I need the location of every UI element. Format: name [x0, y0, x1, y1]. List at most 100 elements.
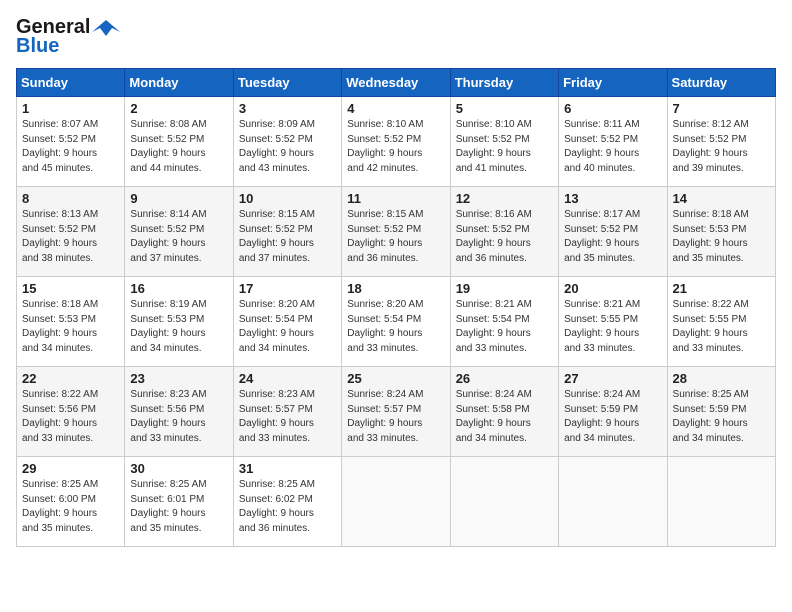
calendar-cell: 19 Sunrise: 8:21 AM Sunset: 5:54 PM Dayli… — [450, 277, 558, 367]
day-number: 12 — [456, 191, 553, 206]
calendar-cell: 5Sunrise: 8:10 AM Sunset: 5:52 PM Daylig… — [450, 97, 558, 187]
day-number: 15 — [22, 281, 119, 296]
day-number: 1 — [22, 101, 119, 116]
day-info: Sunrise: 8:09 AM Sunset: 5:52 PM Dayligh… — [239, 118, 336, 176]
calendar-cell: 3 Sunrise: 8:09 AM Sunset: 5:52 PM Daylig… — [233, 97, 341, 187]
calendar-cell — [450, 457, 558, 547]
day-number: 27 — [564, 371, 661, 386]
calendar-cell: 14 Sunrise: 8:18 AM Sunset: 5:53 PM Dayli… — [667, 187, 775, 277]
calendar-header-row: Sunday Monday Tuesday Wednesday Thursday… — [17, 69, 776, 97]
day-number: 3 — [239, 101, 336, 116]
col-monday: Monday — [125, 69, 233, 97]
day-info: Sunrise: 8:24 AM Sunset: 5:58 PM Dayligh… — [456, 388, 553, 446]
day-info: Sunrise: 8:20 AM Sunset: 5:54 PM Dayligh… — [347, 298, 444, 356]
day-number: 30 — [130, 461, 227, 476]
calendar-row: 22 Sunrise: 8:22 AM Sunset: 5:56 PM Dayli… — [17, 367, 776, 457]
day-info: Sunrise: 8:10 AM Sunset: 5:52 PM Dayligh… — [347, 118, 444, 176]
day-info: Sunrise: 8:24 AM Sunset: 5:59 PM Dayligh… — [564, 388, 661, 446]
calendar-cell: 18 Sunrise: 8:20 AM Sunset: 5:54 PM Dayli… — [342, 277, 450, 367]
calendar-row: 8Sunrise: 8:13 AM Sunset: 5:52 PM Daylig… — [17, 187, 776, 277]
day-number: 9 — [130, 191, 227, 206]
day-number: 14 — [673, 191, 770, 206]
day-info: Sunrise: 8:25 AM Sunset: 6:02 PM Dayligh… — [239, 478, 336, 536]
day-info: Sunrise: 8:23 AM Sunset: 5:56 PM Dayligh… — [130, 388, 227, 446]
day-number: 2 — [130, 101, 227, 116]
page-header: General Blue — [16, 16, 776, 58]
day-info: Sunrise: 8:22 AM Sunset: 5:55 PM Dayligh… — [673, 298, 770, 356]
calendar-row: 1 Sunrise: 8:07 AM Sunset: 5:52 PM Daylig… — [17, 97, 776, 187]
day-number: 28 — [673, 371, 770, 386]
calendar-cell: 20 Sunrise: 8:21 AM Sunset: 5:55 PM Dayli… — [559, 277, 667, 367]
calendar-cell — [559, 457, 667, 547]
day-number: 11 — [347, 191, 444, 206]
day-info: Sunrise: 8:25 AM Sunset: 6:00 PM Dayligh… — [22, 478, 119, 536]
day-number: 26 — [456, 371, 553, 386]
day-number: 13 — [564, 191, 661, 206]
calendar-cell: 7 Sunrise: 8:12 AM Sunset: 5:52 PM Daylig… — [667, 97, 775, 187]
col-sunday: Sunday — [17, 69, 125, 97]
col-wednesday: Wednesday — [342, 69, 450, 97]
logo: General Blue — [16, 16, 120, 58]
calendar-cell: 27 Sunrise: 8:24 AM Sunset: 5:59 PM Dayli… — [559, 367, 667, 457]
calendar-cell: 11 Sunrise: 8:15 AM Sunset: 5:52 PM Dayli… — [342, 187, 450, 277]
day-number: 19 — [456, 281, 553, 296]
calendar-cell: 10Sunrise: 8:15 AM Sunset: 5:52 PM Dayli… — [233, 187, 341, 277]
day-info: Sunrise: 8:11 AM Sunset: 5:52 PM Dayligh… — [564, 118, 661, 176]
calendar-cell: 30 Sunrise: 8:25 AM Sunset: 6:01 PM Dayli… — [125, 457, 233, 547]
calendar-cell: 21 Sunrise: 8:22 AM Sunset: 5:55 PM Dayli… — [667, 277, 775, 367]
col-tuesday: Tuesday — [233, 69, 341, 97]
day-info: Sunrise: 8:21 AM Sunset: 5:55 PM Dayligh… — [564, 298, 661, 356]
day-number: 7 — [673, 101, 770, 116]
calendar-cell: 28 Sunrise: 8:25 AM Sunset: 5:59 PM Dayli… — [667, 367, 775, 457]
day-info: Sunrise: 8:18 AM Sunset: 5:53 PM Dayligh… — [673, 208, 770, 266]
day-number: 22 — [22, 371, 119, 386]
calendar-body: 1 Sunrise: 8:07 AM Sunset: 5:52 PM Daylig… — [17, 97, 776, 547]
calendar-cell: 25 Sunrise: 8:24 AM Sunset: 5:57 PM Dayli… — [342, 367, 450, 457]
calendar-cell: 23Sunrise: 8:23 AM Sunset: 5:56 PM Dayli… — [125, 367, 233, 457]
day-info: Sunrise: 8:08 AM Sunset: 5:52 PM Dayligh… — [130, 118, 227, 176]
day-number: 18 — [347, 281, 444, 296]
calendar-row: 29 Sunrise: 8:25 AM Sunset: 6:00 PM Dayli… — [17, 457, 776, 547]
calendar-row: 15 Sunrise: 8:18 AM Sunset: 5:53 PM Dayli… — [17, 277, 776, 367]
calendar-cell — [342, 457, 450, 547]
day-number: 4 — [347, 101, 444, 116]
day-info: Sunrise: 8:25 AM Sunset: 5:59 PM Dayligh… — [673, 388, 770, 446]
day-info: Sunrise: 8:15 AM Sunset: 5:52 PM Dayligh… — [347, 208, 444, 266]
calendar-cell: 24 Sunrise: 8:23 AM Sunset: 5:57 PM Dayli… — [233, 367, 341, 457]
day-info: Sunrise: 8:15 AM Sunset: 5:52 PM Dayligh… — [239, 208, 336, 266]
day-number: 5 — [456, 101, 553, 116]
day-info: Sunrise: 8:23 AM Sunset: 5:57 PM Dayligh… — [239, 388, 336, 446]
calendar-cell: 4 Sunrise: 8:10 AM Sunset: 5:52 PM Daylig… — [342, 97, 450, 187]
day-info: Sunrise: 8:25 AM Sunset: 6:01 PM Dayligh… — [130, 478, 227, 536]
calendar-cell — [667, 457, 775, 547]
day-number: 24 — [239, 371, 336, 386]
col-friday: Friday — [559, 69, 667, 97]
day-number: 8 — [22, 191, 119, 206]
day-info: Sunrise: 8:07 AM Sunset: 5:52 PM Dayligh… — [22, 118, 119, 176]
day-info: Sunrise: 8:17 AM Sunset: 5:52 PM Dayligh… — [564, 208, 661, 266]
calendar-cell: 29 Sunrise: 8:25 AM Sunset: 6:00 PM Dayli… — [17, 457, 125, 547]
day-info: Sunrise: 8:21 AM Sunset: 5:54 PM Dayligh… — [456, 298, 553, 356]
calendar-table: Sunday Monday Tuesday Wednesday Thursday… — [16, 68, 776, 547]
day-number: 20 — [564, 281, 661, 296]
day-number: 21 — [673, 281, 770, 296]
calendar-cell: 31 Sunrise: 8:25 AM Sunset: 6:02 PM Dayli… — [233, 457, 341, 547]
day-number: 29 — [22, 461, 119, 476]
day-info: Sunrise: 8:20 AM Sunset: 5:54 PM Dayligh… — [239, 298, 336, 356]
day-number: 31 — [239, 461, 336, 476]
calendar-cell: 8Sunrise: 8:13 AM Sunset: 5:52 PM Daylig… — [17, 187, 125, 277]
calendar-cell: 17 Sunrise: 8:20 AM Sunset: 5:54 PM Dayli… — [233, 277, 341, 367]
calendar-cell: 1 Sunrise: 8:07 AM Sunset: 5:52 PM Daylig… — [17, 97, 125, 187]
day-info: Sunrise: 8:24 AM Sunset: 5:57 PM Dayligh… — [347, 388, 444, 446]
day-info: Sunrise: 8:22 AM Sunset: 5:56 PM Dayligh… — [22, 388, 119, 446]
logo-text-blue: Blue — [16, 35, 59, 58]
day-number: 17 — [239, 281, 336, 296]
day-info: Sunrise: 8:12 AM Sunset: 5:52 PM Dayligh… — [673, 118, 770, 176]
day-number: 25 — [347, 371, 444, 386]
day-info: Sunrise: 8:16 AM Sunset: 5:52 PM Dayligh… — [456, 208, 553, 266]
calendar-cell: 12 Sunrise: 8:16 AM Sunset: 5:52 PM Dayli… — [450, 187, 558, 277]
day-number: 6 — [564, 101, 661, 116]
calendar-cell: 6 Sunrise: 8:11 AM Sunset: 5:52 PM Daylig… — [559, 97, 667, 187]
day-info: Sunrise: 8:18 AM Sunset: 5:53 PM Dayligh… — [22, 298, 119, 356]
calendar-cell: 15 Sunrise: 8:18 AM Sunset: 5:53 PM Dayli… — [17, 277, 125, 367]
